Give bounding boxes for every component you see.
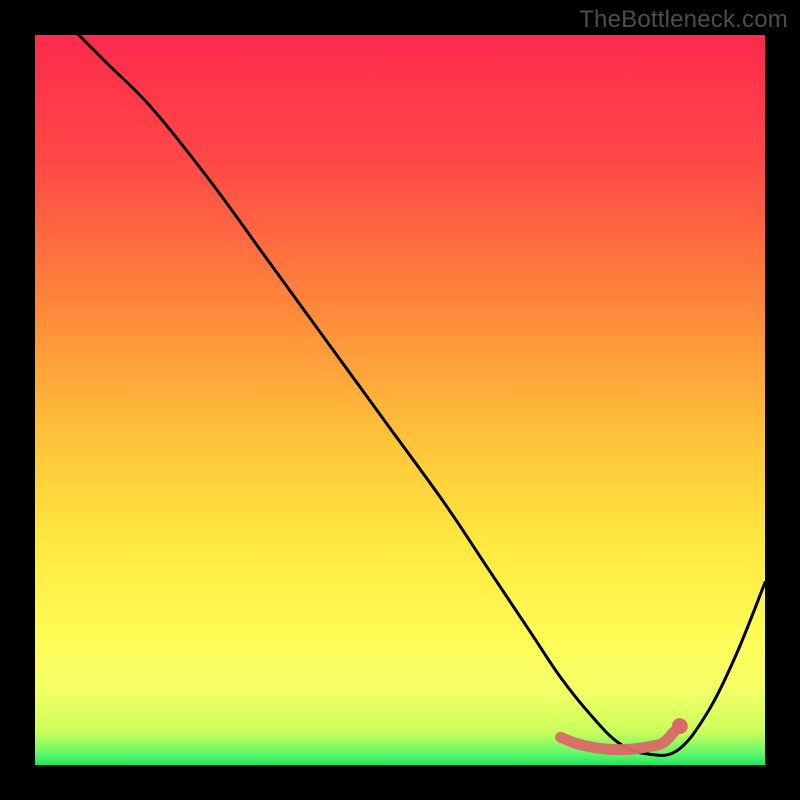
chart-svg [35,35,765,765]
watermark-text: TheBottleneck.com [579,6,788,34]
chart-frame: TheBottleneck.com [0,0,800,800]
gradient-background [35,35,765,765]
plot-area [35,35,765,765]
highlight-end-dot [672,718,688,734]
